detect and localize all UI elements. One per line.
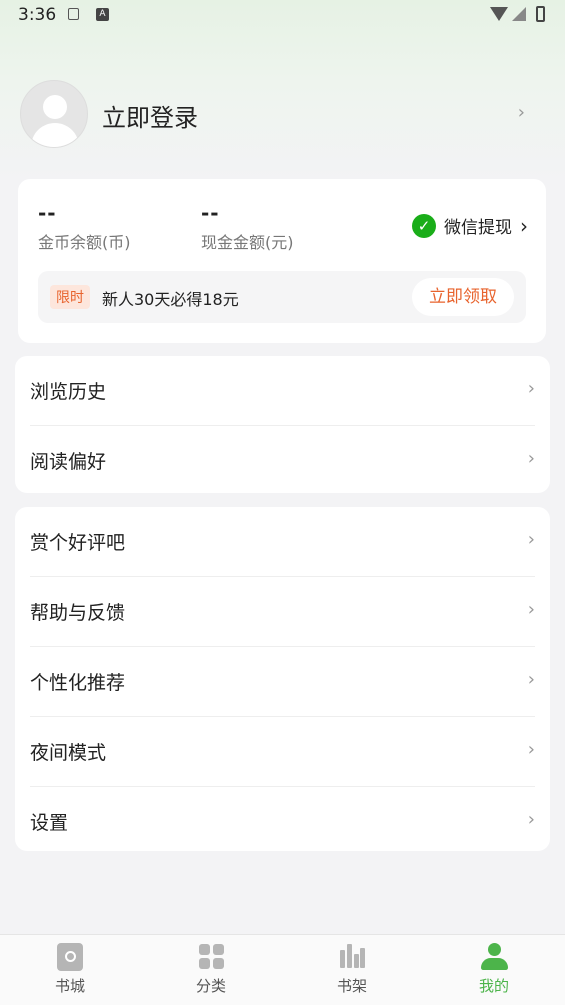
file-icon xyxy=(68,8,79,20)
menu-item-label: 帮助与反馈 xyxy=(30,602,126,624)
menu-item-label: 浏览历史 xyxy=(30,381,107,403)
menu-item-personalized-recommendation[interactable]: 个性化推荐 › xyxy=(30,647,535,717)
coin-balance-label: 金币余额(币) xyxy=(38,233,131,252)
battery-icon xyxy=(536,6,545,22)
cellular-signal-icon xyxy=(512,7,526,21)
wechat-withdraw-button[interactable]: ✓ 微信提现 › xyxy=(412,213,528,238)
tab-label: 书城 xyxy=(54,977,85,995)
wechat-withdraw-label: 微信提现 xyxy=(444,218,512,238)
login-row[interactable]: 立即登录 › xyxy=(20,80,545,150)
chevron-right-icon: › xyxy=(527,809,535,830)
menu-item-label: 阅读偏好 xyxy=(30,451,107,473)
claim-button[interactable]: 立即领取 xyxy=(412,278,514,316)
category-icon xyxy=(198,943,224,971)
coin-balance-value: -- xyxy=(38,201,57,225)
menu-item-label: 个性化推荐 xyxy=(30,672,126,694)
menu-group-2: 赏个好评吧 › 帮助与反馈 › 个性化推荐 › 夜间模式 › 设置 › xyxy=(15,507,550,851)
avatar-body xyxy=(31,123,79,147)
tab-label: 我的 xyxy=(478,977,509,995)
wifi-icon xyxy=(490,7,508,21)
promo-text: 新人30天必得18元 xyxy=(102,290,239,309)
bookshelf-icon xyxy=(339,943,365,971)
chevron-right-icon: › xyxy=(520,213,528,238)
wallet-card: -- 金币余额(币) -- 现金金额(元) ✓ 微信提现 › 限时 新人30天必… xyxy=(18,179,546,343)
chevron-right-icon: › xyxy=(527,599,535,620)
avatar-head xyxy=(43,95,67,119)
chevron-right-icon: › xyxy=(527,448,535,469)
menu-item-label: 夜间模式 xyxy=(30,742,107,764)
menu-item-settings[interactable]: 设置 › xyxy=(30,787,535,856)
profile-icon xyxy=(481,943,508,971)
menu-item-history[interactable]: 浏览历史 › xyxy=(30,356,535,426)
status-bar: 3:36 A xyxy=(0,0,565,32)
tab-profile[interactable]: 我的 xyxy=(454,943,534,996)
avatar[interactable] xyxy=(20,80,88,148)
bottom-tab-bar: 书城 分类 书架 我的 xyxy=(0,934,565,1005)
menu-item-rate-app[interactable]: 赏个好评吧 › xyxy=(30,507,535,577)
menu-item-label: 设置 xyxy=(30,812,69,834)
cash-balance-value: -- xyxy=(201,201,220,225)
status-time: 3:36 xyxy=(18,5,57,25)
login-label: 立即登录 xyxy=(102,104,198,132)
tab-label: 书架 xyxy=(336,977,367,995)
cash-balance-label: 现金金额(元) xyxy=(201,233,294,252)
menu-item-label: 赏个好评吧 xyxy=(30,532,126,554)
limited-time-badge: 限时 xyxy=(50,285,90,309)
chevron-right-icon: › xyxy=(527,378,535,399)
tab-label: 分类 xyxy=(195,977,226,995)
menu-item-reading-preference[interactable]: 阅读偏好 › xyxy=(30,426,535,495)
wechat-icon: ✓ xyxy=(412,213,436,238)
menu-item-night-mode[interactable]: 夜间模式 › xyxy=(30,717,535,787)
cash-balance[interactable]: -- 现金金额(元) xyxy=(201,201,294,253)
a-notification-icon: A xyxy=(96,8,109,21)
tab-bookstore[interactable]: 书城 xyxy=(30,943,110,996)
chevron-right-icon: › xyxy=(527,529,535,550)
menu-group-1: 浏览历史 › 阅读偏好 › xyxy=(15,356,550,493)
chevron-right-icon: › xyxy=(527,739,535,760)
menu-item-help-feedback[interactable]: 帮助与反馈 › xyxy=(30,577,535,647)
chevron-right-icon: › xyxy=(527,669,535,690)
promo-banner[interactable]: 限时 新人30天必得18元 立即领取 xyxy=(38,271,526,323)
chevron-right-icon: › xyxy=(517,102,525,123)
tab-category[interactable]: 分类 xyxy=(171,943,251,996)
tab-bookshelf[interactable]: 书架 xyxy=(312,943,392,996)
coin-balance[interactable]: -- 金币余额(币) xyxy=(38,201,131,253)
bookstore-icon xyxy=(57,943,83,971)
